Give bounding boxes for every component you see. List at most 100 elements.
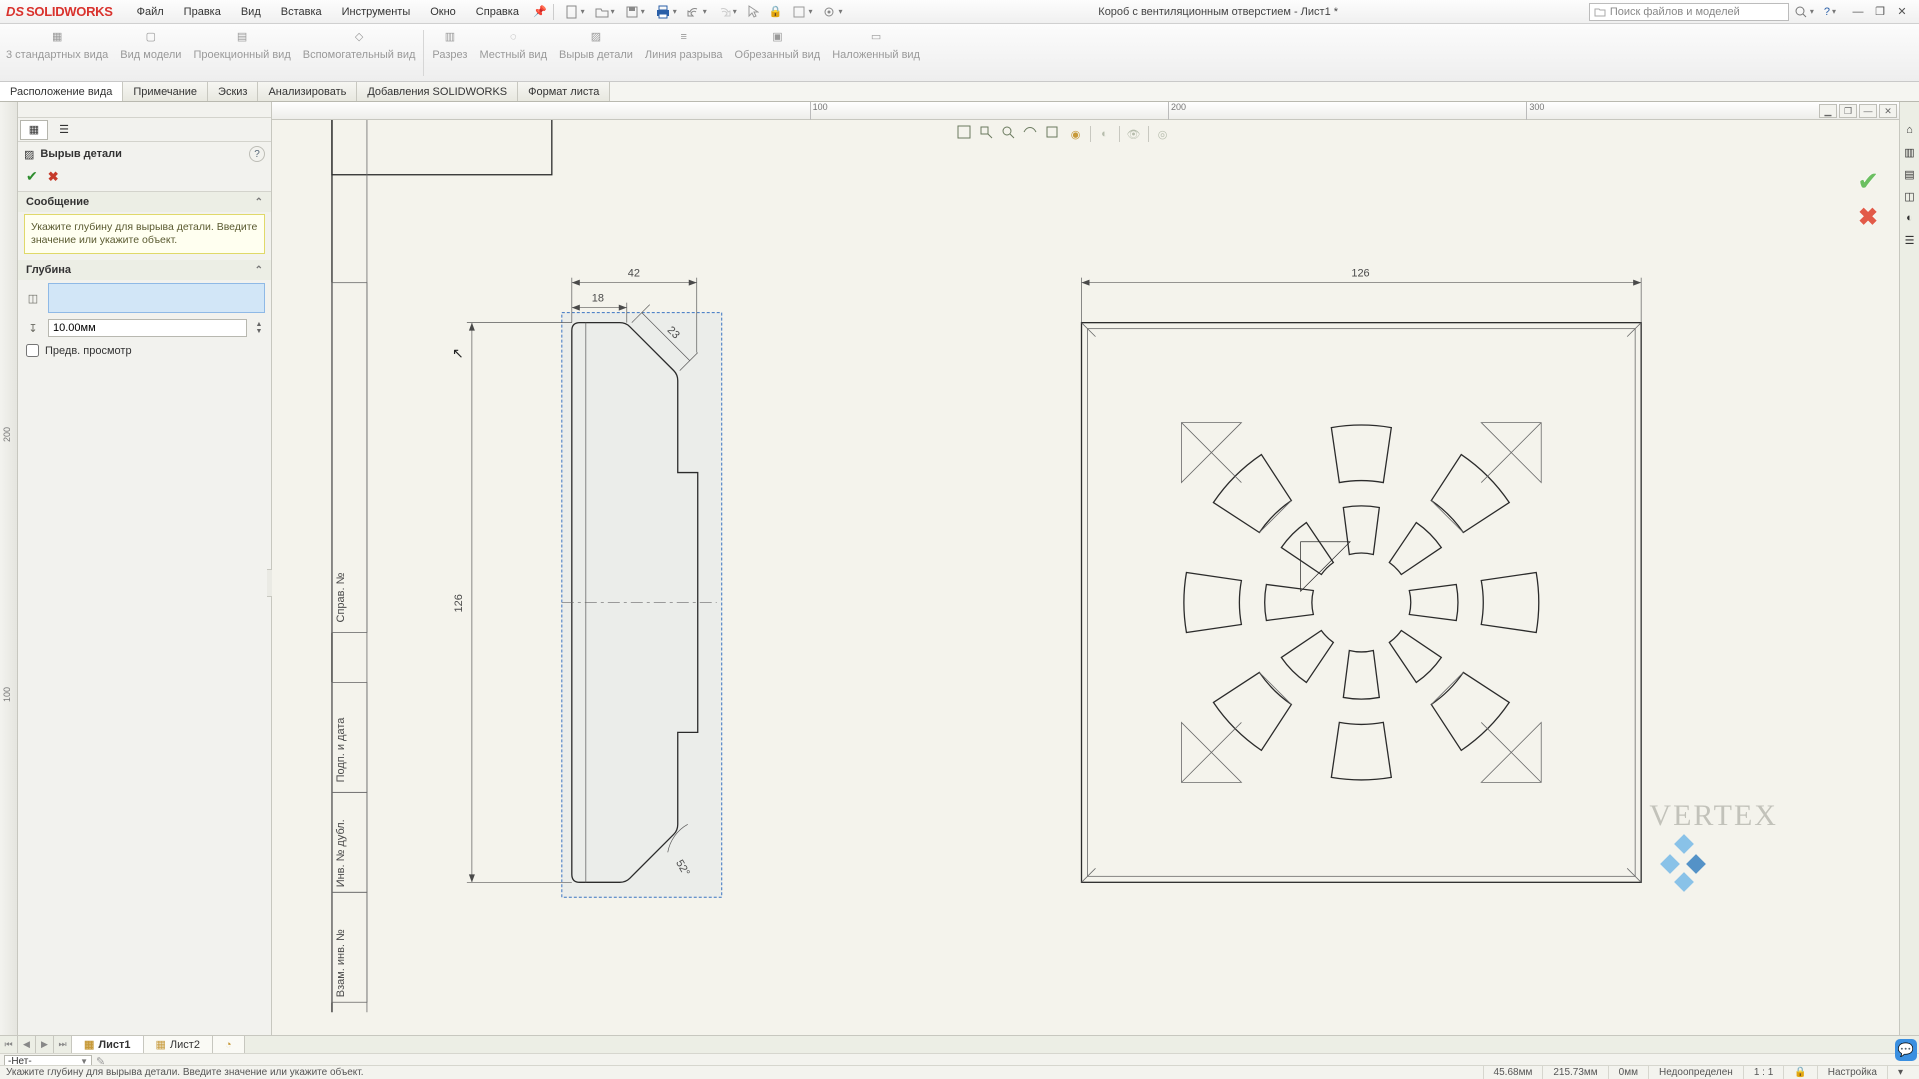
doc-min-button[interactable]: ▁ [1819, 104, 1837, 118]
help-button[interactable]: ? [1820, 4, 1840, 20]
close-button[interactable]: ✕ [1891, 3, 1913, 21]
menu-view[interactable]: Вид [231, 3, 271, 21]
tab-addins[interactable]: Добавления SOLIDWORKS [357, 82, 518, 101]
status-more-icon[interactable]: ▾ [1887, 1066, 1913, 1079]
view-orient-icon[interactable] [1044, 124, 1064, 144]
tp-design-lib-icon[interactable]: ▥ [1902, 144, 1918, 160]
ribbon-projection-view[interactable]: ▤Проекционный вид [187, 26, 296, 62]
menu-tools[interactable]: Инструменты [332, 3, 421, 21]
doc-close-button[interactable]: ✕ [1879, 104, 1897, 118]
print-button[interactable] [651, 3, 681, 21]
confirmation-corner: ✔ ✖ [1857, 166, 1879, 232]
tab-sheet-format[interactable]: Формат листа [518, 82, 610, 101]
nav-next-icon[interactable]: ▶ [36, 1036, 54, 1053]
tab-annotation[interactable]: Примечание [123, 82, 208, 101]
tab-evaluate[interactable]: Анализировать [258, 82, 357, 101]
drawing-canvas[interactable]: ◉ ◐ 👁 ◎ ✔ ✖ С [272, 120, 1901, 1035]
menu-file[interactable]: Файл [127, 3, 174, 21]
tp-custom-props-icon[interactable]: ☰ [1902, 232, 1918, 248]
pm-help-icon[interactable]: ? [249, 146, 265, 162]
ribbon-detail[interactable]: ◌Местный вид [473, 26, 553, 62]
spinner[interactable]: ▲▼ [253, 321, 265, 335]
zoom-prev-icon[interactable] [1000, 124, 1020, 144]
select-button[interactable] [743, 3, 763, 21]
status-custom[interactable]: Настройка [1817, 1066, 1887, 1079]
ribbon-break-line[interactable]: ≡Линия разрыва [639, 26, 729, 62]
separator [1090, 126, 1091, 142]
restore-button[interactable]: ❐ [1869, 3, 1891, 21]
spin-up-icon[interactable]: ▲ [253, 321, 265, 328]
menu-help[interactable]: Справка [466, 3, 529, 21]
pin-icon[interactable]: 📌 [533, 5, 547, 18]
doc-restore-button[interactable]: ❐ [1839, 104, 1857, 118]
new-doc-button[interactable] [561, 3, 589, 21]
tp-file-explorer-icon[interactable]: ▤ [1902, 166, 1918, 182]
tp-resources-icon[interactable]: ⌂ [1902, 122, 1918, 138]
collapse-icon[interactable]: ⌃ [255, 197, 263, 208]
status-scale[interactable]: 1 : 1 [1743, 1066, 1783, 1079]
nav-last-icon[interactable]: ⏭ [54, 1036, 72, 1053]
ribbon-section[interactable]: ▥Разрез [426, 26, 473, 62]
ribbon-alternate[interactable]: ▭Наложенный вид [826, 26, 926, 62]
search-placeholder: Поиск файлов и моделей [1610, 6, 1740, 18]
rebuild-button[interactable]: 🔒 [765, 3, 787, 20]
confirm-cancel-icon[interactable]: ✖ [1858, 203, 1878, 232]
sheet-tab-2[interactable]: ▦Лист2 [144, 1036, 213, 1053]
search-go-button[interactable] [1790, 3, 1818, 21]
ruler-mark: 200 [1171, 102, 1186, 112]
nav-first-icon[interactable]: ⏮ [0, 1036, 18, 1053]
zoom-area-icon[interactable] [978, 124, 998, 144]
ribbon-broken-out[interactable]: ▨Вырыв детали [553, 26, 639, 62]
sheet-tab-bar: ⏮ ◀ ▶ ⏭ ▦Лист1 ▦Лист2 ◔ [0, 1035, 1919, 1053]
ribbon-3views[interactable]: ▦3 стандартных вида [0, 26, 114, 62]
pm-preview-checkbox[interactable]: Предв. просмотр [18, 340, 271, 361]
pm-section-depth[interactable]: Глубина⌃ [18, 260, 271, 280]
redo-button[interactable] [713, 3, 741, 21]
save-button[interactable] [621, 3, 649, 21]
nav-prev-icon[interactable]: ◀ [18, 1036, 36, 1053]
pm-ok-button[interactable]: ✔ [26, 168, 38, 185]
sheet-tab-1[interactable]: ▦Лист1 [72, 1036, 144, 1053]
ribbon-crop-view[interactable]: ▣Обрезанный вид [729, 26, 827, 62]
pm-cancel-button[interactable]: ✖ [48, 169, 59, 185]
status-lock-icon[interactable]: 🔒 [1783, 1066, 1816, 1079]
pm-tab-list-icon[interactable]: ☰ [50, 120, 78, 140]
edit-scene-icon[interactable]: 👁 [1124, 124, 1144, 144]
tab-view-layout[interactable]: Расположение вида [0, 82, 123, 101]
menu-insert[interactable]: Вставка [271, 3, 332, 21]
pm-title-row: ▨ Вырыв детали ? [18, 142, 271, 166]
add-sheet-button[interactable]: ◔ [213, 1036, 245, 1053]
spin-down-icon[interactable]: ▼ [253, 328, 265, 335]
display-style-icon[interactable]: ◉ [1066, 124, 1086, 144]
chat-bubble-icon[interactable]: 💬 [1895, 1039, 1917, 1061]
hide-show-icon[interactable]: ◐ [1095, 124, 1115, 144]
svg-text:Инв. № дубл.: Инв. № дубл. [335, 819, 347, 887]
undo-button[interactable] [683, 3, 711, 21]
doc-max-button[interactable]: — [1859, 104, 1877, 118]
pm-tab-feature-icon[interactable]: ▦ [20, 120, 48, 140]
apply-scene-icon[interactable]: ◎ [1153, 124, 1173, 144]
search-input[interactable]: Поиск файлов и моделей [1589, 3, 1789, 21]
pm-section-message[interactable]: Сообщение⌃ [18, 192, 271, 212]
section-view-icon[interactable] [1022, 124, 1042, 144]
menu-edit[interactable]: Правка [174, 3, 231, 21]
collapse-icon[interactable]: ⌃ [255, 265, 263, 276]
preview-check[interactable] [26, 344, 39, 357]
broken-out-icon: ▨ [24, 148, 34, 161]
tp-appearances-icon[interactable]: ◐ [1902, 210, 1918, 226]
options-button[interactable] [818, 3, 846, 21]
open-doc-button[interactable] [591, 3, 619, 21]
tab-sketch[interactable]: Эскиз [208, 82, 258, 101]
pm-depth-selection-box[interactable] [48, 283, 265, 313]
status-hint: Укажите глубину для вырыва детали. Введи… [6, 1067, 364, 1078]
tp-view-palette-icon[interactable]: ◫ [1902, 188, 1918, 204]
depth-icon: ↧ [24, 322, 42, 335]
pm-depth-input[interactable] [48, 319, 247, 337]
confirm-ok-icon[interactable]: ✔ [1857, 166, 1879, 197]
ribbon-model-view[interactable]: ▢Вид модели [114, 26, 187, 62]
minimize-button[interactable]: — [1847, 3, 1869, 21]
ribbon-aux-view[interactable]: ◇Вспомогательный вид [297, 26, 422, 62]
zoom-fit-icon[interactable] [956, 124, 976, 144]
menu-window[interactable]: Окно [420, 3, 466, 21]
appearance-button[interactable] [788, 3, 816, 21]
